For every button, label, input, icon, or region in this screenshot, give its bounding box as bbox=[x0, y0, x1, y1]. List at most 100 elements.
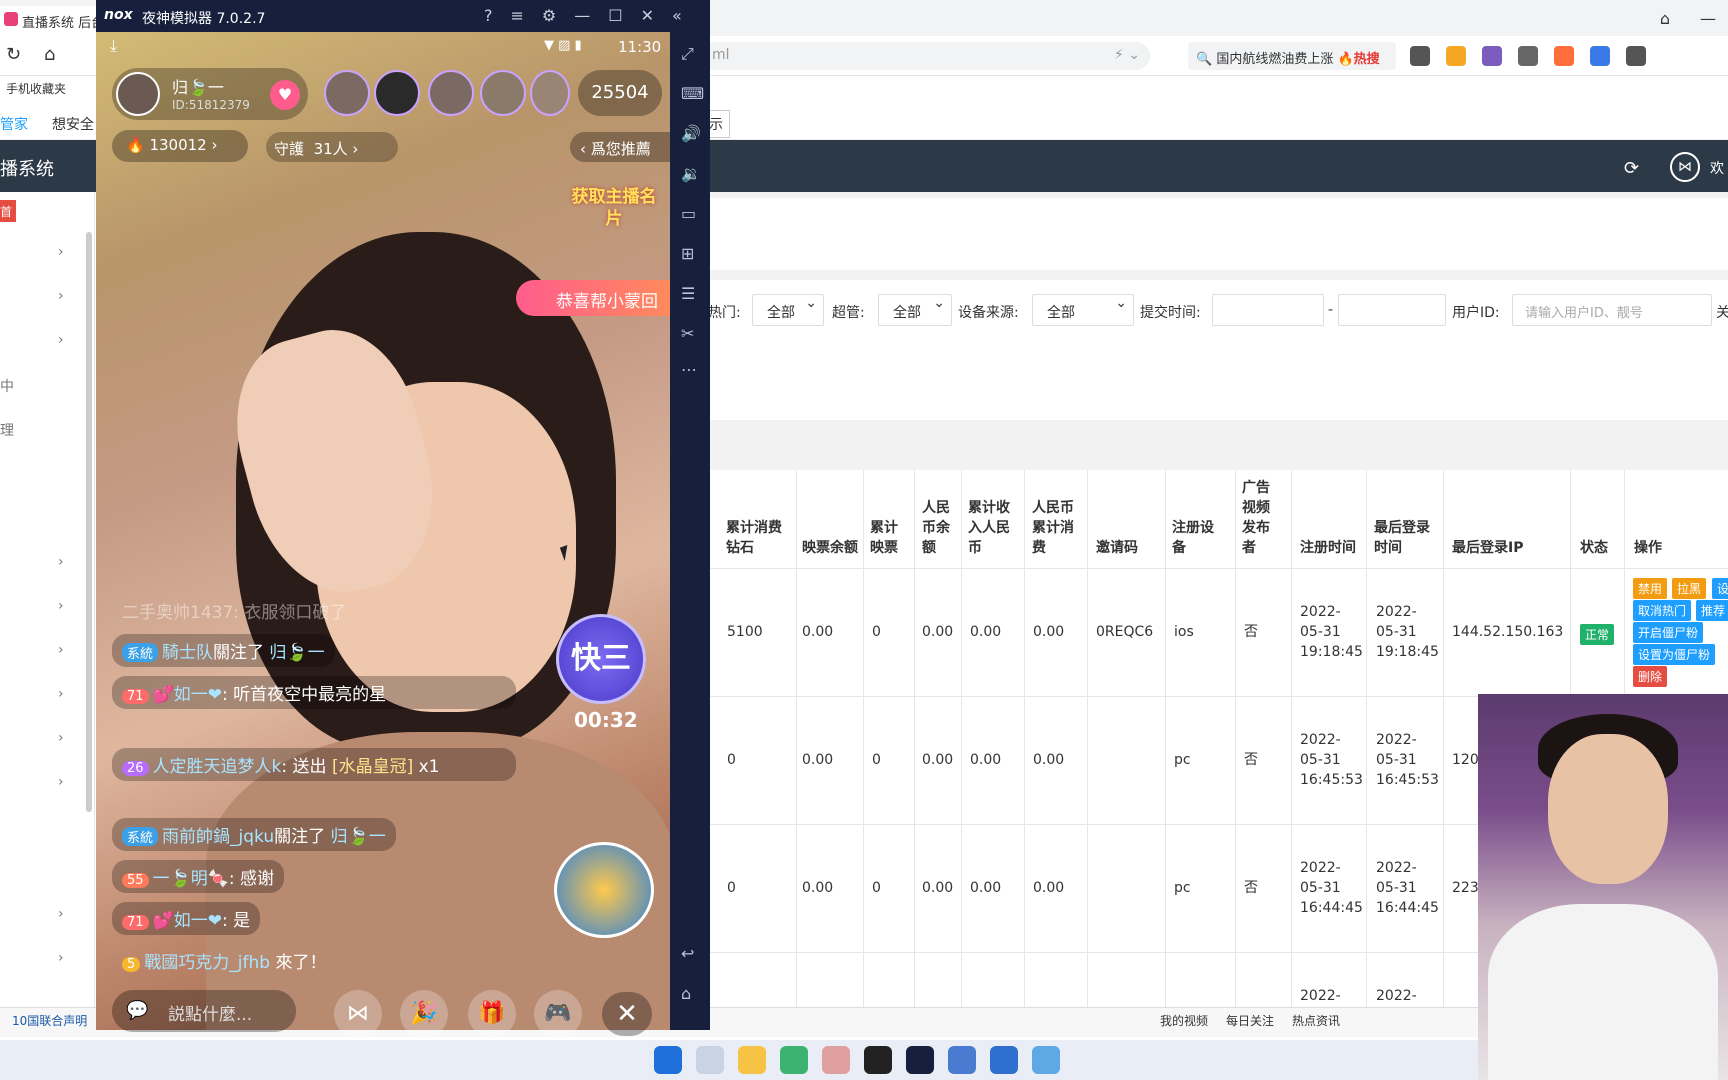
chevron-right-icon[interactable]: › bbox=[58, 906, 64, 922]
viewer-avatar[interactable] bbox=[480, 70, 526, 116]
cancel-hot-button[interactable]: 取消热门 bbox=[1633, 600, 1692, 621]
chevron-right-icon[interactable]: › bbox=[58, 554, 64, 570]
coin-icon[interactable] bbox=[1446, 46, 1466, 66]
start-icon[interactable] bbox=[654, 1046, 682, 1074]
avatar[interactable] bbox=[116, 72, 160, 116]
reload-icon[interactable]: ↻ bbox=[6, 44, 21, 65]
volume-down-icon[interactable]: 🔉 bbox=[681, 164, 701, 183]
app-icon[interactable] bbox=[822, 1046, 850, 1074]
search-icon[interactable] bbox=[696, 1046, 724, 1074]
delete-button[interactable]: 删除 bbox=[1633, 666, 1668, 687]
nox-icon[interactable] bbox=[906, 1046, 934, 1074]
viewer-avatar[interactable] bbox=[428, 70, 474, 116]
network-icon[interactable] bbox=[1032, 1046, 1060, 1074]
files-icon[interactable] bbox=[948, 1046, 976, 1074]
chat-message[interactable]: 系統 騎士队關注了 归🍃一 bbox=[112, 634, 335, 667]
filter-device-select[interactable]: 全部 bbox=[1032, 294, 1134, 326]
help-icon[interactable]: ? bbox=[484, 6, 493, 25]
dropdown-icon[interactable]: ⚡ ⌄ bbox=[1114, 47, 1140, 63]
more-icon[interactable]: ⋯ bbox=[681, 360, 697, 379]
chat-message[interactable]: 71 💕如一❤: 是 bbox=[112, 902, 261, 935]
blacklist-button[interactable]: 拉黑 bbox=[1672, 578, 1707, 599]
chat-message[interactable]: 系統 雨前帥鍋_jqku關注了 归🍃一 bbox=[112, 818, 396, 851]
open-zombie-fans-button[interactable]: 开启僵尸粉 bbox=[1633, 622, 1704, 643]
filter-time-start[interactable] bbox=[1212, 294, 1324, 326]
lottery-game-button[interactable]: 快三 bbox=[556, 614, 646, 704]
close-icon[interactable]: ✕ bbox=[602, 992, 652, 1036]
tshirt-icon[interactable]: ⌂ bbox=[1660, 9, 1670, 28]
recommend-button[interactable]: ‹ 爲您推薦 bbox=[570, 132, 670, 162]
hot-news-link[interactable]: 热点资讯 bbox=[1292, 1012, 1340, 1029]
sidebar-scrollbar[interactable] bbox=[86, 232, 92, 812]
gift-icon[interactable]: 🎁 bbox=[468, 990, 516, 1038]
shield-icon[interactable] bbox=[1410, 46, 1430, 66]
nav-link-steward[interactable]: 管家 bbox=[0, 114, 28, 134]
search-icon[interactable] bbox=[1590, 46, 1610, 66]
apk-icon[interactable]: ⊞ bbox=[681, 244, 694, 263]
chevron-right-icon[interactable]: › bbox=[58, 642, 64, 658]
viewer-avatar[interactable] bbox=[530, 70, 570, 116]
viewer-count[interactable]: 25504 bbox=[578, 70, 662, 116]
bookmark-item[interactable]: 手机收藏夹 bbox=[0, 76, 100, 102]
folder-icon[interactable] bbox=[738, 1046, 766, 1074]
share-icon[interactable]: ⋈ bbox=[334, 990, 382, 1038]
chat-message[interactable]: 55 一🍃明🍬: 感谢 bbox=[112, 860, 285, 893]
maximize-icon[interactable]: ☐ bbox=[608, 6, 622, 25]
refresh-icon[interactable]: ⟳ bbox=[1624, 158, 1639, 179]
minimize-icon[interactable]: — bbox=[574, 6, 590, 25]
chat-message[interactable]: 5 戰國巧克力_jfhb 來了！ bbox=[112, 944, 336, 977]
game-controller-icon[interactable]: 🎮 bbox=[534, 990, 582, 1038]
close-icon[interactable]: ✕ bbox=[641, 6, 654, 25]
chevron-right-icon[interactable]: › bbox=[58, 950, 64, 966]
news-link[interactable]: 10国联合声明 bbox=[12, 1012, 87, 1029]
sidebar-home-button[interactable]: 首 bbox=[0, 200, 16, 222]
home-icon[interactable]: ⌂ bbox=[44, 44, 55, 65]
chevron-right-icon[interactable]: › bbox=[58, 598, 64, 614]
viewer-avatar[interactable] bbox=[324, 70, 370, 116]
home-icon[interactable]: ⌂ bbox=[681, 984, 691, 1003]
keyboard-icon[interactable]: ⌨ bbox=[681, 84, 704, 103]
fishing-game-icon[interactable] bbox=[554, 842, 654, 938]
translate-icon[interactable] bbox=[1482, 46, 1502, 66]
scissors-icon[interactable] bbox=[1518, 46, 1538, 66]
chevron-right-icon[interactable]: › bbox=[58, 288, 64, 304]
obs-icon[interactable] bbox=[864, 1046, 892, 1074]
chevron-right-icon[interactable]: › bbox=[58, 686, 64, 702]
back-icon[interactable]: ↩ bbox=[681, 944, 694, 963]
hot-search-box[interactable]: 🔍 国内航线燃油费上涨 🔥热搜 bbox=[1188, 42, 1396, 70]
party-icon[interactable]: 🎉 bbox=[400, 990, 448, 1038]
recommend-button[interactable]: 推荐 bbox=[1696, 600, 1728, 621]
multi-instance-icon[interactable]: ☰ bbox=[681, 284, 695, 303]
set-button[interactable]: 设 bbox=[1712, 578, 1728, 599]
daily-follow-link[interactable]: 每日关注 bbox=[1226, 1012, 1274, 1029]
apps-icon[interactable] bbox=[1626, 46, 1646, 66]
chat-message[interactable]: 71 💕如一❤: 听首夜空中最亮的星 bbox=[112, 676, 516, 709]
chevron-right-icon[interactable]: › bbox=[58, 244, 64, 260]
filter-time-end[interactable] bbox=[1338, 294, 1446, 326]
nav-link-security[interactable]: 想安全 bbox=[52, 114, 94, 134]
chevron-right-icon[interactable]: › bbox=[58, 332, 64, 348]
host-card-badge[interactable]: 获取主播名片 bbox=[566, 186, 662, 258]
fullscreen-icon[interactable]: ⤢ bbox=[681, 44, 694, 64]
viewer-avatar[interactable] bbox=[374, 70, 420, 116]
game-icon[interactable] bbox=[1554, 46, 1574, 66]
filter-hot-select[interactable]: 全部 bbox=[752, 294, 824, 326]
address-input[interactable]: ml ⚡ ⌄ bbox=[700, 42, 1150, 70]
guard-pill[interactable]: 守護 31人 › bbox=[266, 132, 398, 162]
share-icon[interactable]: ⋈ bbox=[1670, 152, 1700, 182]
filter-uid-input[interactable]: 请输入用户ID、靓号 bbox=[1512, 294, 1712, 326]
collapse-icon[interactable]: « bbox=[672, 6, 682, 25]
menu-icon[interactable]: ≡ bbox=[511, 6, 524, 25]
chevron-right-icon[interactable]: › bbox=[58, 730, 64, 746]
screen-icon[interactable]: ▭ bbox=[681, 204, 696, 223]
ban-button[interactable]: 禁用 bbox=[1633, 578, 1668, 599]
scissors-icon[interactable]: ✂ bbox=[681, 324, 694, 343]
my-video-link[interactable]: 我的视频 bbox=[1160, 1012, 1208, 1029]
popularity-pill[interactable]: 🔥 130012 › bbox=[112, 130, 248, 162]
notepad-icon[interactable] bbox=[990, 1046, 1018, 1074]
chevron-right-icon[interactable]: › bbox=[58, 774, 64, 790]
filter-super-select[interactable]: 全部 bbox=[878, 294, 952, 326]
minimize-icon[interactable]: — bbox=[1700, 9, 1716, 28]
browser-icon[interactable] bbox=[780, 1046, 808, 1074]
volume-up-icon[interactable]: 🔊 bbox=[681, 124, 701, 143]
